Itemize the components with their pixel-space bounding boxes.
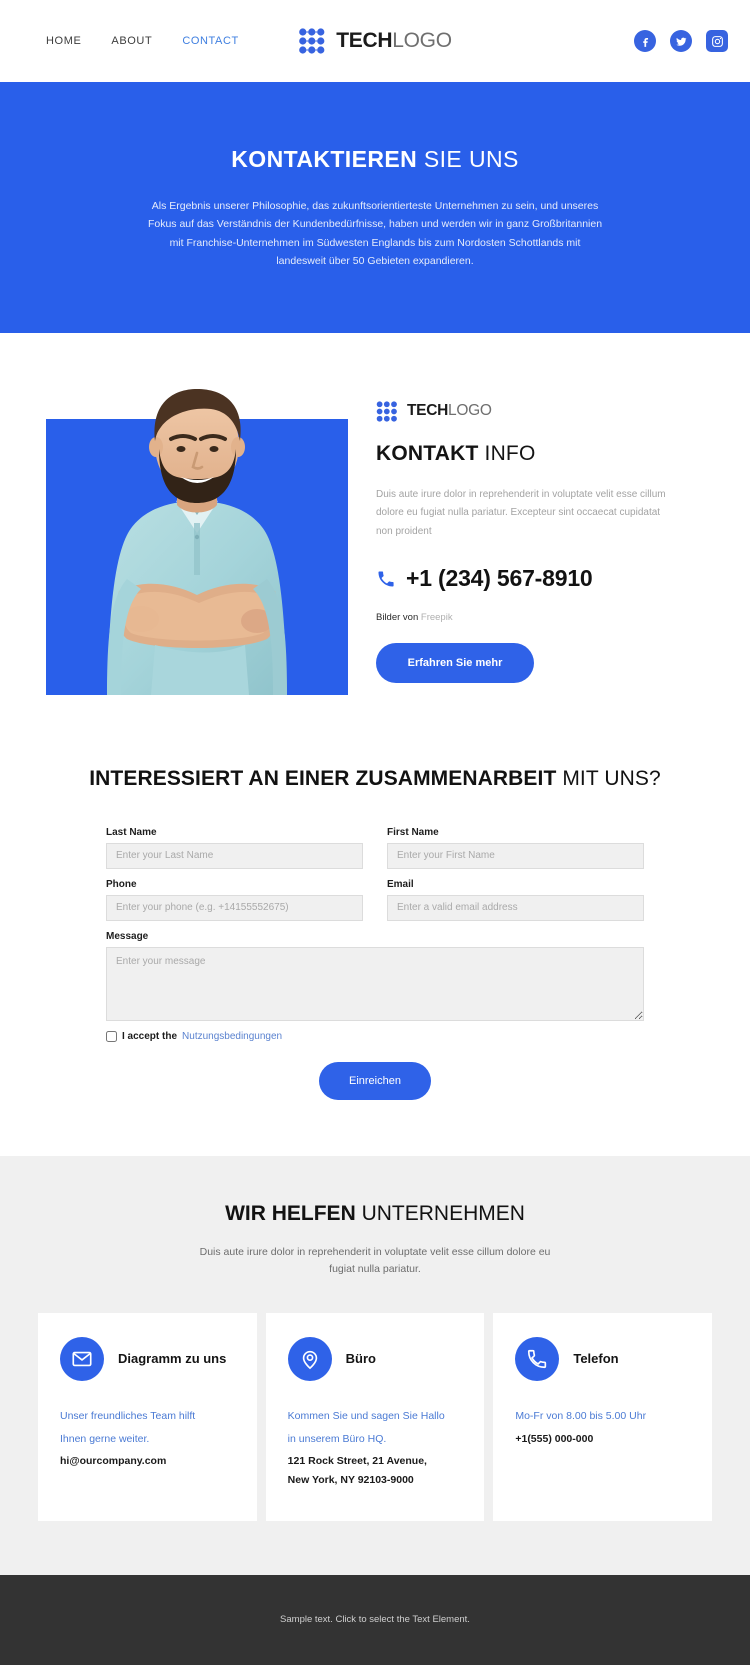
photo-column [46, 373, 348, 695]
info-logo: TECHLOGO [376, 400, 704, 422]
message-textarea[interactable] [106, 946, 644, 1021]
footer-text[interactable]: Sample text. Click to select the Text El… [280, 1614, 470, 1625]
info-title-light: INFO [478, 441, 536, 465]
photo-blue-backdrop [46, 388, 348, 695]
phone-number: +1 (234) 567-8910 [406, 565, 593, 591]
card-body-line-1: +1(555) 000-000 [515, 1432, 594, 1445]
site-footer: Sample text. Click to select the Text El… [0, 1574, 750, 1665]
email-input[interactable] [387, 894, 644, 921]
twitter-icon[interactable] [670, 30, 692, 52]
nav-link-contact[interactable]: CONTACT [182, 35, 239, 47]
logo-light: LOGO [392, 29, 452, 52]
help-title-strong: WIR HELFEN [225, 1201, 356, 1225]
card-link-line-1[interactable]: Mo-Fr von 8.00 bis 5.00 Uhr [515, 1407, 690, 1426]
label-last-name: Last Name [106, 826, 157, 838]
facebook-icon[interactable] [634, 30, 656, 52]
header-logo[interactable]: TECHLOGO [298, 28, 452, 54]
instagram-icon[interactable] [706, 30, 728, 52]
phone-icon [378, 571, 394, 586]
card-title: Telefon [573, 1350, 619, 1366]
hero-section: KONTAKTIEREN SIE UNS Als Ergebnis unsere… [0, 82, 750, 333]
social-links [634, 30, 728, 52]
hero-paragraph: Als Ergebnis unserer Philosophie, das zu… [147, 200, 603, 268]
form-title-strong: INTERESSIERT AN EINER ZUSAMMENARBEIT [89, 766, 557, 790]
card-email: Diagramm zu uns Unser freundliches Team … [38, 1313, 257, 1521]
site-header: HOME ABOUT CONTACT TECHLOGO [0, 0, 750, 82]
learn-more-button[interactable]: Erfahren Sie mehr [376, 643, 534, 683]
contact-info-section: TECHLOGO KONTAKT INFO Duis aute irure do… [0, 332, 750, 749]
card-body-line-1: 121 Rock Street, 21 Avenue, [287, 1455, 427, 1468]
phone-icon [515, 1337, 560, 1382]
form-row-names: Last Name First Name [106, 827, 644, 879]
tech-dots-logo-icon [376, 400, 397, 422]
card-header: Telefon [515, 1337, 690, 1382]
submit-button[interactable]: Einreichen [319, 1061, 431, 1100]
card-header: Büro [287, 1337, 463, 1382]
terms-link[interactable]: Nutzungsbedingungen [182, 1031, 282, 1042]
hero-title-strong: KONTAKTIEREN [231, 146, 418, 172]
accept-terms-label: I accept the [122, 1030, 178, 1042]
person-photo [107, 388, 287, 695]
info-logo-text: TECHLOGO [407, 402, 492, 420]
last-name-input[interactable] [106, 842, 363, 869]
main-navigation: HOME ABOUT CONTACT [46, 35, 239, 47]
hero-title: KONTAKTIEREN SIE UNS [0, 146, 750, 173]
card-link-line-1[interactable]: Kommen Sie und sagen Sie Hallo [288, 1407, 463, 1426]
info-title: KONTAKT INFO [376, 442, 704, 466]
logo-bold: TECH [336, 29, 393, 52]
image-credit: Bilder von Freepik [376, 612, 704, 623]
accept-terms-row: I accept the Nutzungsbedingungen [106, 1030, 644, 1042]
phone-row[interactable]: +1 (234) 567-8910 [376, 565, 704, 592]
info-description: Duis aute irure dolor in reprehenderit i… [376, 488, 666, 537]
first-name-input[interactable] [387, 842, 644, 869]
accept-terms-checkbox[interactable] [106, 1030, 117, 1042]
label-message: Message [106, 930, 149, 942]
card-link-line-2[interactable]: in unserem Büro HQ. [288, 1430, 463, 1449]
map-pin-icon [287, 1337, 332, 1382]
label-email: Email [387, 878, 414, 890]
card-body-line-2: New York, NY 92103-9000 [287, 1474, 414, 1487]
card-office: Büro Kommen Sie und sagen Sie Hallo in u… [265, 1313, 485, 1521]
header-logo-text: TECHLOGO [336, 29, 452, 53]
phone-input[interactable] [106, 894, 363, 921]
info-logo-light: LOGO [448, 402, 492, 419]
nav-link-home[interactable]: HOME [46, 35, 81, 47]
hero-title-light: SIE UNS [417, 146, 519, 172]
card-title: Diagramm zu uns [118, 1350, 227, 1366]
contact-form-section: INTERESSIERT AN EINER ZUSAMMENARBEIT MIT… [0, 748, 750, 1156]
help-title-light: UNTERNEHMEN [355, 1201, 525, 1225]
nav-link-about[interactable]: ABOUT [111, 35, 152, 47]
card-phone: Telefon Mo-Fr von 8.00 bis 5.00 Uhr +1(5… [493, 1313, 713, 1521]
card-link-line-2[interactable]: Ihnen gerne weiter. [60, 1430, 235, 1449]
field-phone: Phone [106, 879, 363, 921]
info-title-strong: KONTAKT [376, 441, 479, 465]
envelope-icon [60, 1337, 104, 1382]
credit-link[interactable]: Freepik [421, 612, 453, 623]
card-body-line-1: hi@ourcompany.com [60, 1455, 167, 1468]
help-title: WIR HELFEN UNTERNEHMEN [38, 1202, 712, 1226]
label-phone: Phone [106, 878, 137, 890]
form-title: INTERESSIERT AN EINER ZUSAMMENARBEIT MIT… [46, 767, 704, 791]
help-subtitle: Duis aute irure dolor in reprehenderit i… [199, 1245, 551, 1276]
field-last-name: Last Name [106, 827, 363, 869]
submit-row: Einreichen [106, 1061, 644, 1100]
info-column: TECHLOGO KONTAKT INFO Duis aute irure do… [348, 373, 704, 695]
tech-dots-logo-icon [299, 28, 325, 54]
field-email: Email [387, 879, 644, 921]
page-root: HOME ABOUT CONTACT TECHLOGO KONTAKTIEREN… [0, 0, 750, 1665]
help-section: WIR HELFEN UNTERNEHMEN Duis aute irure d… [0, 1155, 750, 1575]
card-header: Diagramm zu uns [60, 1337, 235, 1382]
card-link-line-1[interactable]: Unser freundliches Team hilft [60, 1407, 235, 1426]
info-logo-bold: TECH [407, 402, 448, 419]
field-message: Message [106, 931, 644, 1021]
label-first-name: First Name [387, 826, 439, 838]
credit-prefix: Bilder von [376, 612, 421, 623]
form-title-light: MIT UNS? [556, 766, 661, 790]
contact-cards: Diagramm zu uns Unser freundliches Team … [38, 1313, 713, 1521]
card-title: Büro [345, 1350, 377, 1366]
contact-form: Last Name First Name Phone Email [106, 827, 644, 1100]
field-first-name: First Name [387, 827, 644, 869]
form-row-contact: Phone Email [106, 879, 644, 931]
